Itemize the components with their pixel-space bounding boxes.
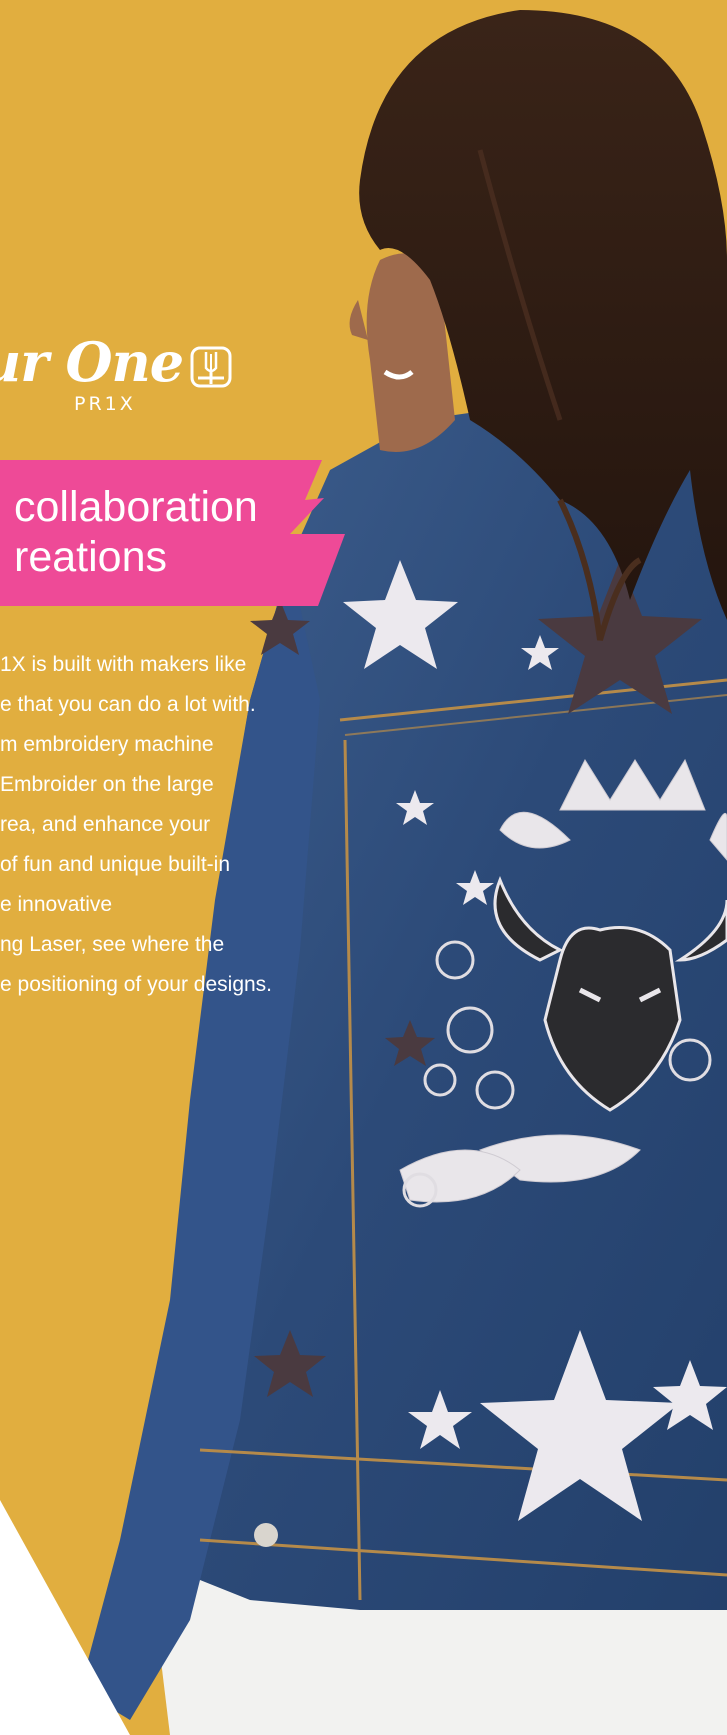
headline-text: collaboration reations: [14, 482, 258, 582]
brand-logo: ur One PR1X: [0, 330, 240, 420]
description-line: e positioning of your designs.: [0, 973, 273, 996]
description-line: rea, and enhance your: [0, 813, 211, 836]
headline-line-1: collaboration: [14, 483, 258, 531]
description-paragraph: 1X is built with makers like e that you …: [0, 645, 330, 1005]
description-line: of fun and unique built-in: [0, 853, 231, 876]
description-line: e innovative: [0, 893, 113, 916]
logo-model-text: PR1X: [74, 393, 136, 415]
description-line: ng Laser, see where the: [0, 933, 225, 956]
headline-line-2: reations: [14, 533, 167, 581]
description-line: 1X is built with makers like: [0, 653, 247, 676]
description-line: e that you can do a lot with.: [0, 693, 256, 716]
needle-hoop-icon: [190, 346, 232, 388]
description-line: m embroidery machine: [0, 733, 214, 756]
description-line: Embroider on the large: [0, 773, 214, 796]
logo-script-text: ur One: [0, 330, 184, 394]
hero-section: ur One PR1X collaboration reations 1X is…: [0, 0, 727, 1735]
headline-banner: collaboration reations: [0, 460, 345, 606]
